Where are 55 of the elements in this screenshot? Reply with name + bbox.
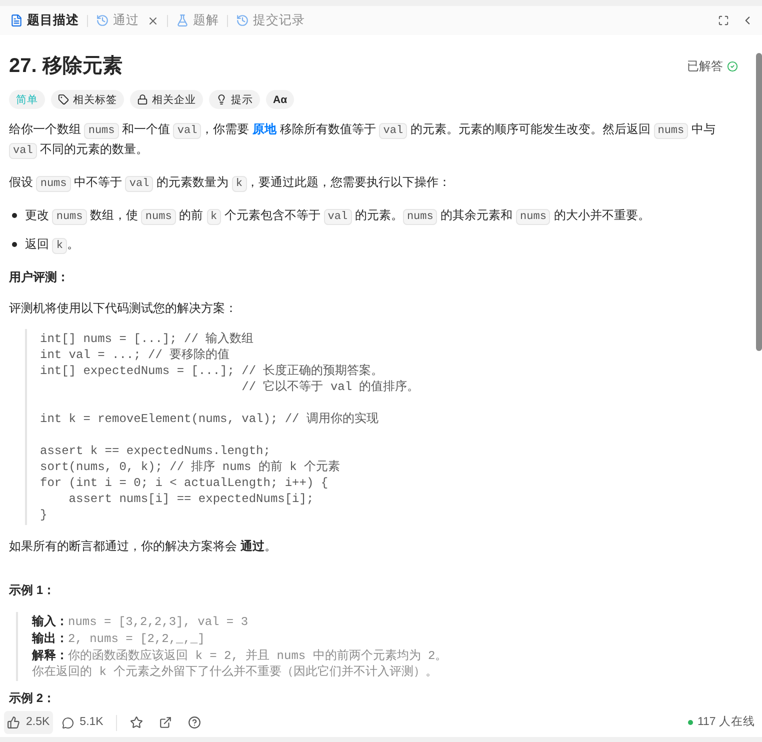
problem-title: 27. 移除元素 (9, 54, 122, 79)
code-line: int[] nums = [...]; // 输入数组 (40, 331, 255, 347)
example-value: 你的函数函数应该返回 k = 2, 并且 nums 中的前两个元素均为 2。 (68, 648, 448, 664)
translate-button[interactable]: Aα (266, 90, 294, 109)
paragraph: 如果所有的断言都通过，你的解决方案将会 通过。 (9, 538, 278, 555)
example-value: 你在返回的 k 个元素之外留下了什么并不重要（因此它们并不计入评测）。 (32, 664, 438, 680)
example-label: 解释： (32, 647, 68, 663)
list-item: 返回 k 。 (25, 236, 79, 255)
thumbs-up-icon (7, 716, 20, 729)
example-label: 输入： (32, 613, 68, 629)
lock-icon (137, 94, 148, 105)
bullet-icon (12, 242, 17, 247)
example-value: 2, nums = [2,2,_,_] (68, 631, 205, 647)
close-icon[interactable] (147, 14, 159, 26)
example-heading: 示例 2： (9, 690, 56, 707)
tag-icon (58, 94, 69, 105)
like-button[interactable]: 2.5K (4, 711, 53, 734)
lightbulb-icon (216, 94, 227, 105)
history-icon (96, 14, 109, 27)
history-icon (236, 14, 249, 27)
flask-icon (176, 14, 189, 27)
code-line: for (int i = 0; i < actualLength; i++) { (40, 475, 330, 491)
code-line: assert k == expectedNums.length; (40, 443, 272, 459)
code-line: int k = removeElement(nums, val); // 调用你的实现 (40, 411, 380, 427)
share-icon[interactable] (159, 716, 172, 729)
link[interactable]: 原地 (252, 122, 277, 136)
scrollbar-thumb[interactable] (756, 53, 762, 351)
paragraph: 给你一个数组 nums 和一个值 val ，你需要 原地 移除所有数值等于 val 的元素。元素的顺序可能发生改变。然后返回 nums 中与 val 不同的元素的数量。 (9, 121, 716, 160)
star-icon[interactable] (130, 716, 144, 729)
code-line: int[] expectedNums = [...]; // 长度正确的预期答案。 (40, 363, 384, 379)
code-line: // 它以不等于 val 的值排序。 (240, 379, 420, 395)
code-line: sort(nums, 0, k); // 排序 nums 的前 k 个元素 (40, 459, 342, 475)
fullscreen-icon[interactable] (718, 15, 729, 26)
paragraph: 评测机将使用以下代码测试您的解决方案： (9, 300, 238, 317)
code-line: int val = ...; // 要移除的值 (40, 347, 231, 363)
online-count: 117 人在线 (697, 714, 755, 730)
solved-status: 已解答 (687, 58, 723, 75)
section-heading: 用户评测： (9, 269, 70, 286)
code-line: assert nums[i] == expectedNums[i]; (68, 491, 315, 507)
list-item: 更改 nums 数组，使 nums 的前 k 个元素包含不等于 val 的元素。 nums 的其余元素和 nums 的大小并不重要。 (25, 207, 650, 226)
comment-icon (62, 716, 74, 728)
comments-button[interactable]: 5.1K (62, 714, 104, 732)
help-icon[interactable] (188, 716, 202, 729)
tag-button[interactable]: 相关标签 (51, 90, 124, 109)
tag-button[interactable]: 提示 (209, 90, 260, 109)
example-heading: 示例 1： (9, 582, 56, 599)
code-line: } (40, 507, 48, 523)
tab[interactable]: 题目描述 (8, 11, 81, 30)
check-icon (727, 60, 738, 72)
example-label: 输出： (32, 630, 68, 646)
example-value: nums = [3,2,2,3], val = 3 (68, 614, 248, 630)
bullet-icon (12, 213, 17, 218)
document-icon (10, 14, 23, 27)
paragraph: 假设 nums 中不等于 val 的元素数量为 k ，要通过此题，您需要执行以下操作： (9, 174, 452, 193)
tag-button[interactable]: 相关企业 (130, 90, 203, 109)
